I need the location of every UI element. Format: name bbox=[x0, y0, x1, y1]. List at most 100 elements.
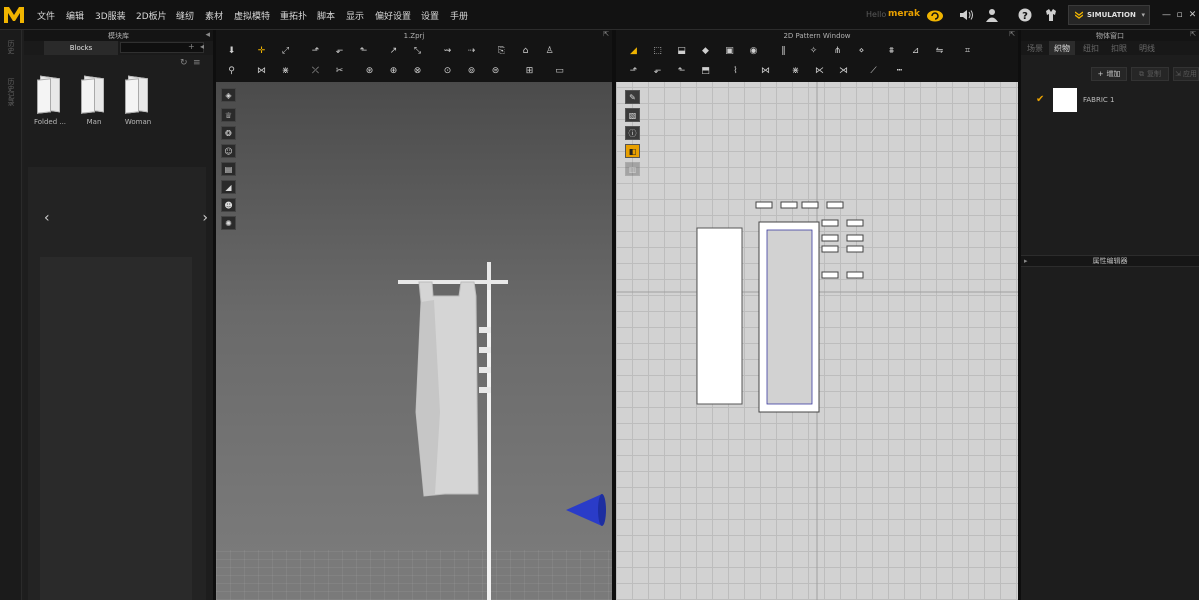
chevron-left-icon[interactable]: ‹ bbox=[44, 210, 50, 226]
topstitch-icon[interactable]: ⋇ bbox=[788, 64, 803, 78]
cut-icon[interactable]: ✂ bbox=[332, 64, 347, 78]
sticker-icon[interactable]: ⊜ bbox=[488, 64, 503, 78]
maximize-icon[interactable]: ▫ bbox=[1174, 9, 1185, 20]
dashed-line-icon[interactable]: ┅ bbox=[892, 64, 907, 78]
select-mesh-icon[interactable]: ⤢ bbox=[278, 44, 293, 58]
internal-line-icon[interactable]: ‖ bbox=[776, 44, 791, 58]
menu-manual[interactable]: 手册 bbox=[450, 9, 468, 22]
menu-retopology[interactable]: 重拓扑 bbox=[280, 9, 307, 22]
texture-icon[interactable]: ⊙ bbox=[440, 64, 455, 78]
menu-script[interactable]: 脚本 bbox=[317, 9, 335, 22]
menu-display[interactable]: 显示 bbox=[346, 9, 364, 22]
tab-topstitch[interactable]: 明线 bbox=[1135, 41, 1159, 55]
minimize-icon[interactable]: — bbox=[1161, 9, 1172, 20]
menu-sewing[interactable]: 缝纫 bbox=[176, 9, 194, 22]
avatar-display-icon[interactable]: ☺ bbox=[221, 144, 236, 158]
tab-blocks[interactable]: Blocks bbox=[44, 41, 118, 55]
pleat-icon[interactable]: ⋔ bbox=[830, 44, 845, 58]
shading-icon[interactable]: ◢ bbox=[221, 180, 236, 194]
fold-arrangement-icon[interactable]: ⬐ bbox=[332, 44, 347, 58]
add-icon[interactable]: + bbox=[188, 42, 195, 51]
history-tab[interactable]: 历史 bbox=[6, 40, 16, 54]
garment-icon[interactable]: ⌂ bbox=[518, 44, 533, 58]
simulation-mode-button[interactable]: SIMULATION ▾ bbox=[1068, 5, 1150, 25]
history-record-tab[interactable]: 历史记录 bbox=[6, 78, 16, 106]
fitting-icon[interactable]: ⎘ bbox=[494, 44, 509, 58]
info-view-icon[interactable]: ⓘ bbox=[625, 126, 640, 140]
tab-scene[interactable]: 场景 bbox=[1023, 41, 1047, 55]
ruler-icon[interactable]: ⊿ bbox=[908, 44, 923, 58]
tape-icon[interactable]: ⇝ bbox=[440, 44, 455, 58]
offset-icon[interactable]: ⇋ bbox=[932, 44, 947, 58]
topstitch-free-icon[interactable]: ⋉ bbox=[812, 64, 827, 78]
avatar-icon[interactable] bbox=[1042, 7, 1060, 23]
stitch-icon[interactable]: ⋇ bbox=[278, 64, 293, 78]
texture-view-icon[interactable]: ◧ bbox=[625, 144, 640, 158]
3d-gizmo-cone-icon[interactable] bbox=[564, 490, 606, 530]
fold-icon[interactable]: ⬏ bbox=[308, 44, 323, 58]
3d-viewport[interactable] bbox=[216, 82, 612, 600]
measure-icon[interactable]: ⤡ bbox=[410, 44, 425, 58]
line-draw-icon[interactable]: ⟋ bbox=[866, 64, 881, 78]
close-icon[interactable]: ✕ bbox=[1187, 9, 1198, 20]
graphic-icon[interactable]: ⊚ bbox=[464, 64, 479, 78]
undock-icon[interactable]: ⇱ bbox=[603, 30, 609, 38]
texture-edit-icon[interactable]: ⌇ bbox=[728, 64, 743, 78]
dart-icon[interactable]: ✧ bbox=[806, 44, 821, 58]
rectangle-icon[interactable]: ▣ bbox=[722, 44, 737, 58]
tab-buttonholes[interactable]: 扣眼 bbox=[1107, 41, 1131, 55]
list-view-icon[interactable]: ≡ bbox=[193, 58, 201, 68]
menu-preferences[interactable]: 偏好设置 bbox=[375, 9, 411, 22]
username-label[interactable]: merak bbox=[888, 9, 920, 19]
expand-icon[interactable]: ▸ bbox=[1024, 257, 1028, 265]
fold-line-icon[interactable]: ⋄ bbox=[854, 44, 869, 58]
iron-icon[interactable]: ⇢ bbox=[464, 44, 479, 58]
speaker-icon[interactable] bbox=[957, 7, 975, 23]
trim-icon[interactable]: ⤫ bbox=[308, 64, 323, 78]
chevron-right-icon[interactable]: › bbox=[202, 210, 208, 226]
zipper-icon[interactable]: ⊗ bbox=[410, 64, 425, 78]
menu-materials[interactable]: 素材 bbox=[205, 9, 223, 22]
tab-fabric[interactable]: 织物 bbox=[1049, 41, 1075, 55]
library-item[interactable]: Folded ... bbox=[30, 75, 70, 126]
check-sewing-icon[interactable]: ⬑ bbox=[674, 64, 689, 78]
cloud-sync-icon[interactable] bbox=[926, 7, 944, 23]
menu-avatar[interactable]: 虚拟模特 bbox=[234, 9, 270, 22]
pattern-view-icon[interactable]: ✎ bbox=[625, 90, 640, 104]
fabric-view-icon[interactable]: ▧ bbox=[625, 108, 640, 122]
garment-display-icon[interactable]: ♕ bbox=[221, 108, 236, 122]
pin-box-icon[interactable]: ⬑ bbox=[356, 44, 371, 58]
transform-pattern-icon[interactable]: ◢ bbox=[626, 44, 641, 58]
pin-icon[interactable]: ↗ bbox=[386, 44, 401, 58]
avatar-pose-icon[interactable]: ♙ bbox=[542, 44, 557, 58]
piping-icon[interactable]: ⋊ bbox=[836, 64, 851, 78]
copy-fabric-button[interactable]: ⧉ 复制 bbox=[1131, 67, 1169, 81]
2d-pattern-canvas[interactable] bbox=[616, 82, 1018, 600]
library-item[interactable]: Man bbox=[74, 75, 114, 126]
button-tool-icon[interactable]: ⊛ bbox=[362, 64, 377, 78]
user-icon[interactable] bbox=[983, 7, 1001, 23]
undock-icon[interactable]: ⇱ bbox=[1009, 30, 1015, 38]
free-sewing-icon[interactable]: ⬐ bbox=[650, 64, 665, 78]
circle-icon[interactable]: ◉ bbox=[746, 44, 761, 58]
seam-icon[interactable]: ⋈ bbox=[254, 64, 269, 78]
apply-fabric-button[interactable]: ⇲ 应用 bbox=[1173, 67, 1199, 81]
pin-icon[interactable]: ◂ bbox=[205, 30, 210, 40]
layer-view-icon[interactable]: ▥ bbox=[625, 162, 640, 176]
menu-file[interactable]: 文件 bbox=[37, 9, 55, 22]
menu-3d-garment[interactable]: 3D服装 bbox=[95, 9, 126, 22]
layer-icon[interactable]: ⊞ bbox=[522, 64, 537, 78]
fabric-render-icon[interactable]: ❂ bbox=[221, 126, 236, 140]
line-icon[interactable]: ▭ bbox=[552, 64, 567, 78]
button-2d-icon[interactable]: ⋈ bbox=[758, 64, 773, 78]
menu-settings[interactable]: 设置 bbox=[421, 9, 439, 22]
tab-buttons[interactable]: 纽扣 bbox=[1079, 41, 1103, 55]
pattern-display-icon[interactable]: ▤ bbox=[221, 162, 236, 176]
grid-icon[interactable]: ⌗ bbox=[960, 44, 975, 58]
simulate-icon[interactable]: ⬇ bbox=[224, 44, 239, 58]
back-icon[interactable]: ◂ bbox=[200, 42, 204, 51]
avatar-walk-icon[interactable]: ⚲ bbox=[224, 64, 239, 78]
help-icon[interactable]: ? bbox=[1016, 7, 1034, 23]
select-move-icon[interactable]: ✛ bbox=[254, 44, 269, 58]
edit-curve-icon[interactable]: ⬓ bbox=[674, 44, 689, 58]
